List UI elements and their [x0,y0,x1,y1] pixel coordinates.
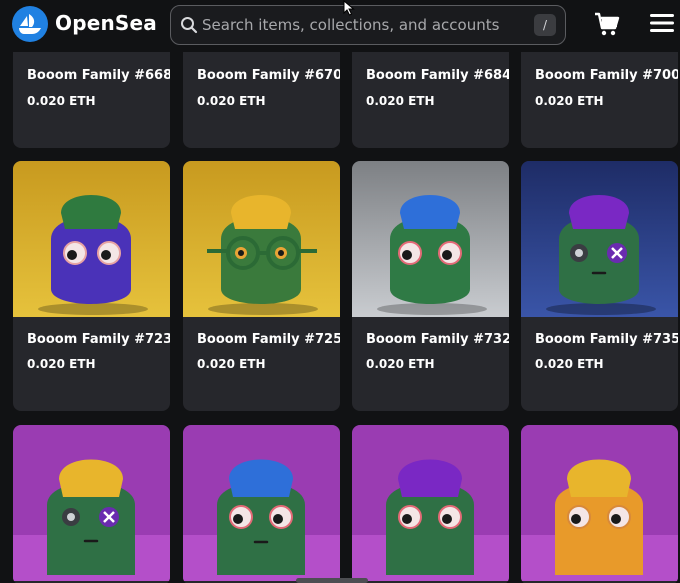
nft-image[interactable] [183,425,340,581]
nft-card-title[interactable]: Booom Family #735 [535,332,678,347]
nft-image[interactable] [352,425,509,581]
nft-image[interactable] [352,161,509,317]
brand-name[interactable]: OpenSea [55,11,157,35]
nft-image[interactable] [13,425,170,581]
nft-card-price: 0.020 ETH [366,94,435,108]
nft-card[interactable] [521,425,678,583]
menu-icon[interactable] [650,13,674,33]
nft-card[interactable]: Booom Family #700 0.020 ETH [521,40,678,148]
nft-card-title[interactable]: Booom Family #670 [197,68,340,83]
search-icon [180,15,200,35]
nft-card[interactable]: Booom Family #725 0.020 ETH [183,161,340,411]
nft-card[interactable]: Booom Family #732 0.020 ETH [352,161,509,411]
search-input[interactable] [200,16,534,34]
nft-card-price: 0.020 ETH [535,357,604,371]
nft-card[interactable] [352,425,509,583]
nft-card[interactable]: Booom Family #668 0.020 ETH [13,40,170,148]
nft-card[interactable] [183,425,340,583]
nft-image[interactable] [183,161,340,317]
nft-card-title[interactable]: Booom Family #668 [27,68,170,83]
nft-card-price: 0.020 ETH [27,357,96,371]
nft-card-title[interactable]: Booom Family #684 [366,68,509,83]
cart-icon[interactable] [594,11,620,37]
nft-card-price: 0.020 ETH [197,357,266,371]
search-shortcut-badge: / [534,14,556,36]
nft-card-title[interactable]: Booom Family #725 [197,332,340,347]
opensea-logo-icon[interactable] [12,6,48,42]
nft-card-price: 0.020 ETH [535,94,604,108]
scroll-indicator[interactable] [296,578,368,583]
nft-card[interactable] [13,425,170,583]
top-nav-bar: OpenSea / [0,0,680,52]
nft-image[interactable] [521,161,678,317]
nft-card[interactable]: Booom Family #684 0.020 ETH [352,40,509,148]
nft-card-title[interactable]: Booom Family #700 [535,68,678,83]
nft-card-title[interactable]: Booom Family #732 [366,332,509,347]
nft-card[interactable]: Booom Family #670 0.020 ETH [183,40,340,148]
nft-card-price: 0.020 ETH [366,357,435,371]
nft-image[interactable] [521,425,678,581]
nft-image[interactable] [13,161,170,317]
search-bar[interactable]: / [170,5,566,45]
cursor-icon [343,0,355,16]
nft-card-price: 0.020 ETH [27,94,96,108]
nft-card[interactable]: Booom Family #735 0.020 ETH [521,161,678,411]
nft-card-price: 0.020 ETH [197,94,266,108]
nft-card[interactable]: Booom Family #723 0.020 ETH [13,161,170,411]
nft-card-title[interactable]: Booom Family #723 [27,332,170,347]
